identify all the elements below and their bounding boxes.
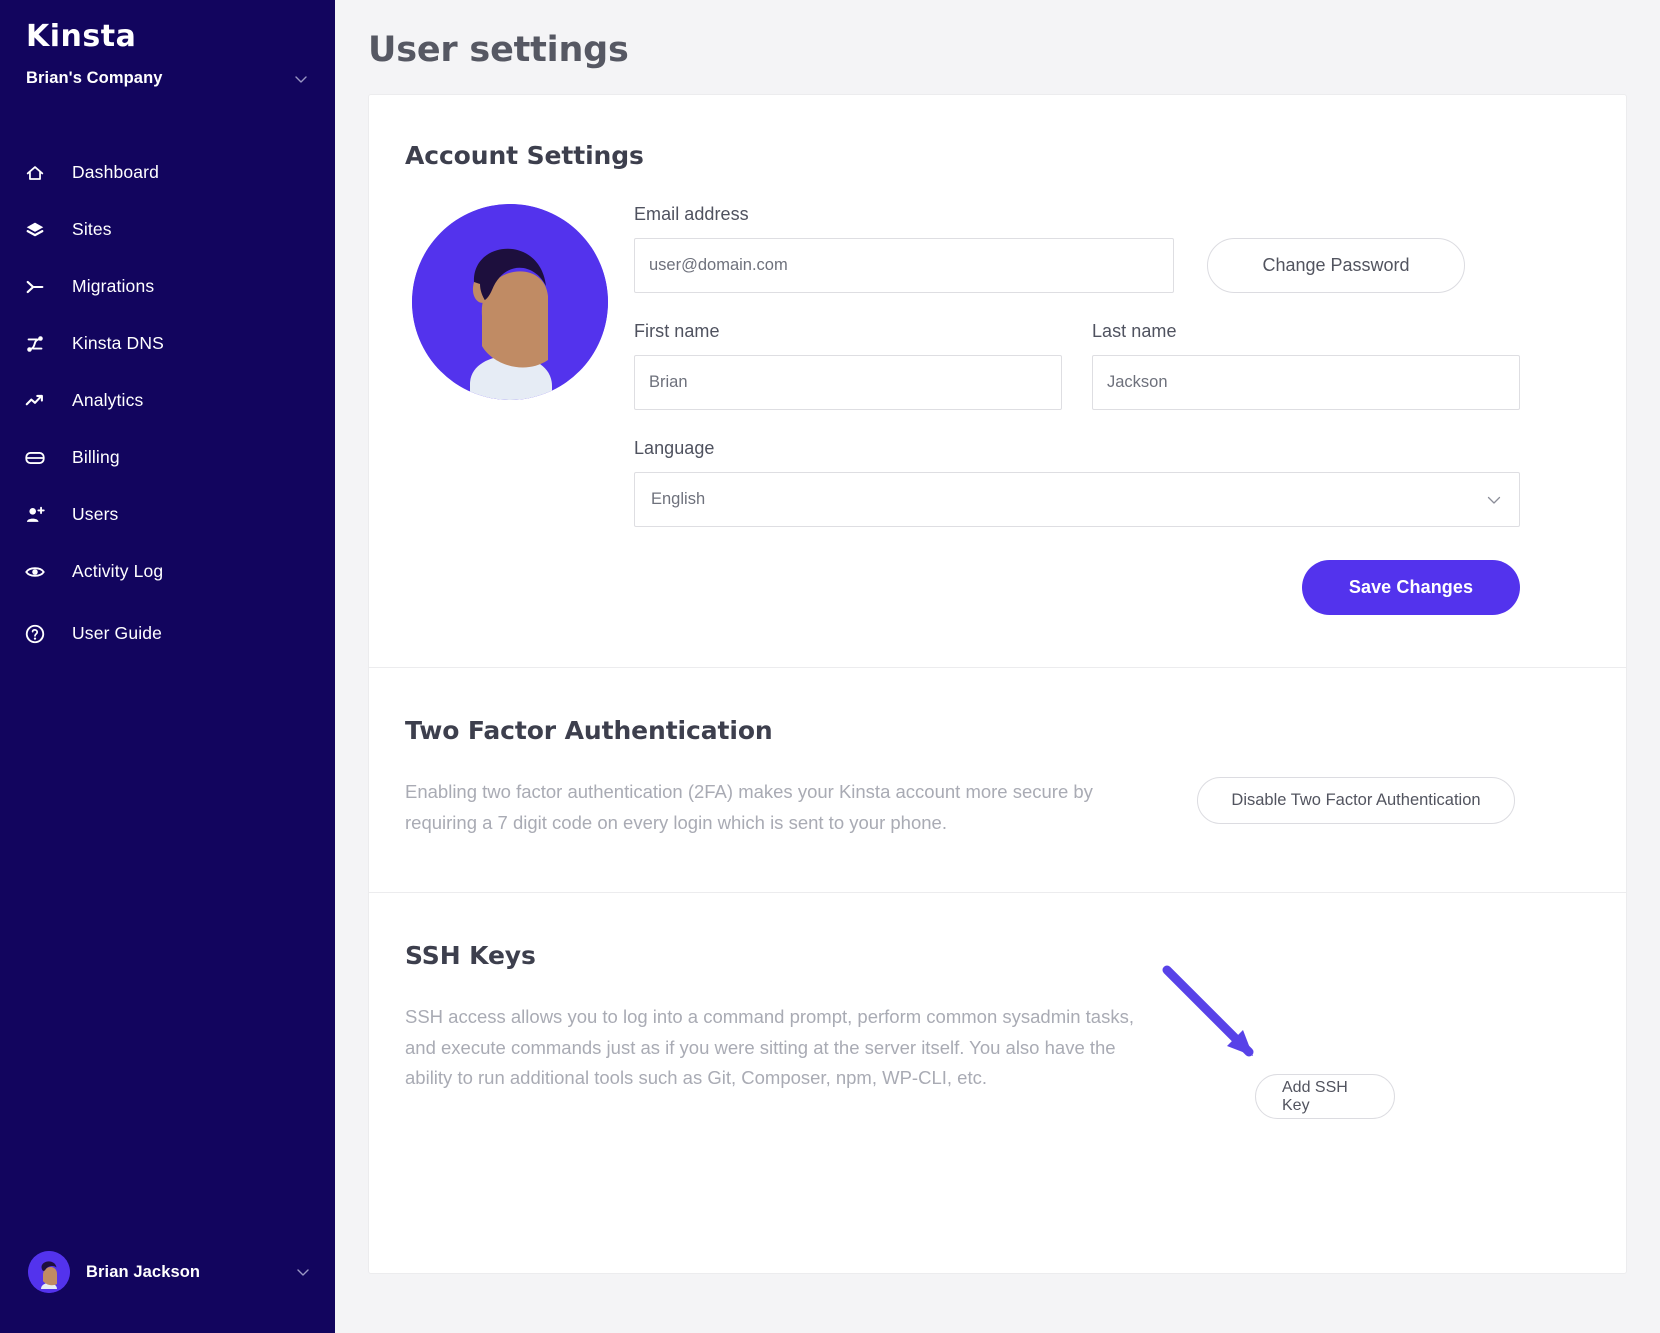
- question-circle-icon: [24, 621, 54, 647]
- disable-two-factor-button[interactable]: Disable Two Factor Authentication: [1197, 777, 1515, 824]
- dns-branch-icon: [24, 331, 54, 357]
- eye-icon: [24, 559, 54, 585]
- change-password-button[interactable]: Change Password: [1207, 238, 1465, 293]
- user-plus-icon: [24, 502, 54, 528]
- two-factor-action: Disable Two Factor Authentication: [1197, 777, 1515, 824]
- two-factor-description: Enabling two factor authentication (2FA)…: [405, 781, 1093, 833]
- two-factor-row: Enabling two factor authentication (2FA)…: [405, 777, 1590, 838]
- section-title-account: Account Settings: [405, 141, 644, 170]
- settings-card: Account Settings Email address user@doma…: [368, 94, 1627, 1274]
- save-row: Save Changes: [634, 560, 1520, 615]
- ssh-description: SSH access allows you to log into a comm…: [405, 1006, 1134, 1089]
- chevron-down-icon: [295, 1264, 311, 1280]
- sidebar-item-users[interactable]: Users: [0, 486, 335, 543]
- sidebar-nav: Dashboard Sites Migrations Kinsta DNS An…: [0, 144, 335, 662]
- sidebar-item-activity-log[interactable]: Activity Log: [0, 543, 335, 600]
- language-select[interactable]: English: [634, 472, 1520, 527]
- sidebar-item-label: Users: [72, 504, 119, 524]
- save-changes-button[interactable]: Save Changes: [1302, 560, 1520, 615]
- add-ssh-key-button[interactable]: Add SSH Key: [1255, 1074, 1395, 1120]
- sidebar-item-kinsta-dns[interactable]: Kinsta DNS: [0, 315, 335, 372]
- sidebar-item-user-guide[interactable]: User Guide: [0, 605, 335, 662]
- sidebar-user-menu[interactable]: Brian Jackson: [0, 1251, 335, 1293]
- home-icon: [24, 160, 54, 186]
- kinsta-logo: Kinsta: [26, 19, 137, 54]
- migrations-arrow-icon: [24, 274, 54, 300]
- two-factor-section: Two Factor Authentication Enabling two f…: [369, 668, 1626, 892]
- sidebar-item-label: Activity Log: [72, 561, 164, 581]
- sidebar-item-label: Migrations: [72, 276, 155, 296]
- email-field[interactable]: user@domain.com: [634, 238, 1174, 293]
- avatar: [28, 1251, 70, 1293]
- sidebar-item-label: Kinsta DNS: [72, 333, 164, 353]
- account-settings-section: Account Settings Email address user@doma…: [369, 95, 1626, 667]
- main-content: User settings Account Settings Email add…: [335, 0, 1660, 1333]
- layers-icon: [24, 217, 54, 243]
- profile-avatar[interactable]: [412, 204, 608, 400]
- company-name: Brian's Company: [26, 69, 163, 87]
- email-row: user@domain.com Change Password: [634, 238, 1590, 293]
- sidebar-item-label: Dashboard: [72, 162, 159, 182]
- sidebar-item-label: Sites: [72, 219, 112, 239]
- account-form: Email address user@domain.com Change Pas…: [634, 204, 1590, 615]
- names-row: Brian Jackson: [634, 355, 1590, 410]
- ssh-row: SSH access allows you to log into a comm…: [405, 965, 1590, 1120]
- trending-up-icon: [24, 388, 54, 414]
- sidebar-item-label: User Guide: [72, 623, 163, 643]
- first-name-field[interactable]: Brian: [634, 355, 1062, 410]
- chevron-down-icon: [293, 71, 309, 87]
- arrow-annotation-icon: [1157, 960, 1287, 1090]
- section-title-two-factor: Two Factor Authentication: [405, 716, 773, 745]
- ssh-keys-section: SSH Keys SSH access allows you to log in…: [369, 893, 1626, 1179]
- first-name-label: First name: [634, 321, 720, 341]
- company-switcher[interactable]: Brian's Company: [26, 69, 309, 88]
- names-labels-row: First name Last name: [634, 321, 1590, 342]
- brand-block: Kinsta Brian's Company: [0, 0, 335, 88]
- ssh-action: Add SSH Key: [1162, 965, 1485, 1120]
- sidebar-item-label: Billing: [72, 447, 120, 467]
- language-label: Language: [634, 438, 715, 458]
- chevron-down-icon: [1485, 491, 1503, 509]
- last-name-label: Last name: [1092, 321, 1177, 341]
- sidebar-item-dashboard[interactable]: Dashboard: [0, 144, 335, 201]
- sidebar-item-billing[interactable]: Billing: [0, 429, 335, 486]
- email-label: Email address: [634, 204, 749, 224]
- sidebar: Kinsta Brian's Company Dashboard Sites M…: [0, 0, 335, 1333]
- sidebar-item-migrations[interactable]: Migrations: [0, 258, 335, 315]
- account-body: Email address user@domain.com Change Pas…: [405, 204, 1590, 615]
- app-root: Kinsta Brian's Company Dashboard Sites M…: [0, 0, 1660, 1333]
- language-value: English: [651, 490, 706, 508]
- last-name-field[interactable]: Jackson: [1092, 355, 1520, 410]
- sidebar-item-analytics[interactable]: Analytics: [0, 372, 335, 429]
- section-title-ssh: SSH Keys: [405, 941, 536, 971]
- sidebar-item-sites[interactable]: Sites: [0, 201, 335, 258]
- page-title: User settings: [368, 30, 629, 70]
- credit-card-icon: [24, 445, 54, 471]
- sidebar-user-name: Brian Jackson: [86, 1262, 201, 1281]
- sidebar-item-label: Analytics: [72, 390, 144, 410]
